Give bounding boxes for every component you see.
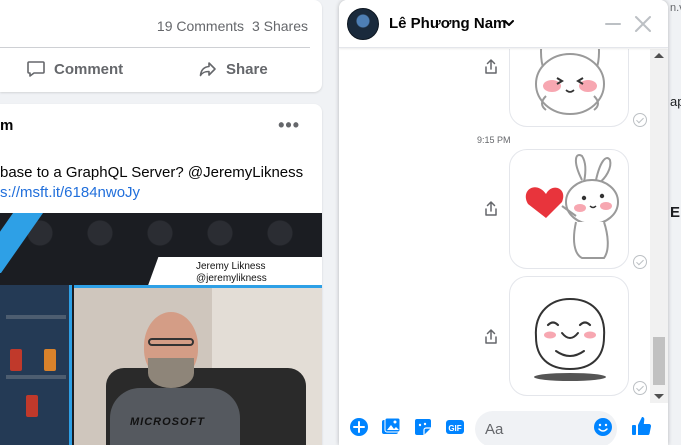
- sticker-message[interactable]: [509, 276, 629, 396]
- sticker-icon[interactable]: [413, 417, 433, 437]
- sticker-message[interactable]: [509, 149, 629, 269]
- comment-label: Comment: [54, 60, 124, 78]
- video-speaker-frame: MICROSOFT: [74, 285, 322, 445]
- bunny-heart-sticker: [525, 154, 619, 259]
- thumbs-up-icon[interactable]: [631, 415, 653, 437]
- seen-check-icon: [633, 113, 647, 127]
- post-link[interactable]: s://msft.it/6184nwoJy: [0, 183, 140, 203]
- scrollbar-thumb[interactable]: [653, 337, 665, 385]
- post-text: base to a GraphQL Server? @JeremyLikness: [0, 164, 304, 181]
- video-left-frame: [0, 285, 72, 445]
- share-icon[interactable]: [484, 329, 498, 345]
- message-scrollbar[interactable]: [650, 49, 668, 403]
- seen-check-icon: [633, 255, 647, 269]
- shelf-item: [26, 395, 38, 417]
- shelf-item: [44, 349, 56, 371]
- divider: [0, 47, 310, 48]
- comments-count[interactable]: 19 Comments: [157, 18, 244, 34]
- message-list[interactable]: 9:15 PM: [339, 49, 668, 403]
- shelf: [6, 375, 66, 379]
- gif-icon[interactable]: GIF: [445, 417, 465, 437]
- sticker-message[interactable]: [509, 49, 629, 127]
- post-video[interactable]: Jeremy Likness @jeremylikness MICROSOFT: [0, 213, 322, 445]
- comment-icon: [27, 61, 45, 77]
- feed-post-card: m ••• base to a GraphQL Server? @JeremyL…: [0, 104, 322, 445]
- video-speaker-name: Jeremy Likness: [196, 261, 266, 272]
- svg-text:GIF: GIF: [448, 424, 461, 433]
- share-label: Share: [226, 60, 268, 78]
- plus-circle-icon[interactable]: [349, 417, 369, 437]
- share-icon[interactable]: [484, 201, 498, 217]
- share-button[interactable]: Share: [198, 58, 268, 80]
- gutter-text: n.v: [670, 2, 681, 14]
- chat-window: Lê Phương Nam 9:15 PM GIF Aa: [339, 0, 668, 445]
- message-composer: GIF: [339, 403, 668, 445]
- emoji-icon[interactable]: [593, 417, 613, 437]
- shelf-item: [10, 349, 22, 371]
- shares-count[interactable]: 3 Shares: [252, 18, 308, 34]
- scroll-down-arrow-icon[interactable]: [654, 394, 664, 399]
- minimize-icon[interactable]: [604, 14, 622, 34]
- post-author-name[interactable]: m: [0, 117, 13, 134]
- contact-avatar[interactable]: [347, 8, 379, 40]
- comment-button[interactable]: Comment: [26, 58, 123, 80]
- photo-icon[interactable]: [381, 417, 401, 437]
- speaker-glasses: [148, 338, 194, 346]
- chevron-down-icon[interactable]: [503, 16, 515, 30]
- shirt-print: MICROSOFT: [130, 416, 205, 428]
- chat-header: Lê Phương Nam: [339, 0, 668, 48]
- bunny-blushing-sticker: [535, 49, 605, 115]
- more-options-button[interactable]: •••: [278, 116, 300, 134]
- scroll-up-arrow-icon[interactable]: [654, 53, 664, 58]
- video-name-overlay: Jeremy Likness @jeremylikness: [196, 261, 267, 285]
- share-arrow-icon: [199, 62, 216, 77]
- gutter-text: ap: [670, 94, 681, 109]
- gutter-text: E: [670, 204, 681, 221]
- speaker-beard: [148, 358, 194, 388]
- close-icon[interactable]: [633, 14, 653, 34]
- shelf: [6, 315, 66, 319]
- post-stats: 19 Comments 3 Shares: [153, 18, 308, 34]
- seen-check-icon: [633, 381, 647, 395]
- feed-post-footer-card: 19 Comments 3 Shares Comment Share: [0, 0, 322, 92]
- message-timestamp: 9:15 PM: [477, 135, 511, 145]
- video-speaker-handle: @jeremylikness: [196, 273, 267, 284]
- smiling-blob-sticker: [534, 297, 606, 381]
- share-icon[interactable]: [484, 59, 498, 75]
- contact-name[interactable]: Lê Phương Nam: [389, 15, 506, 32]
